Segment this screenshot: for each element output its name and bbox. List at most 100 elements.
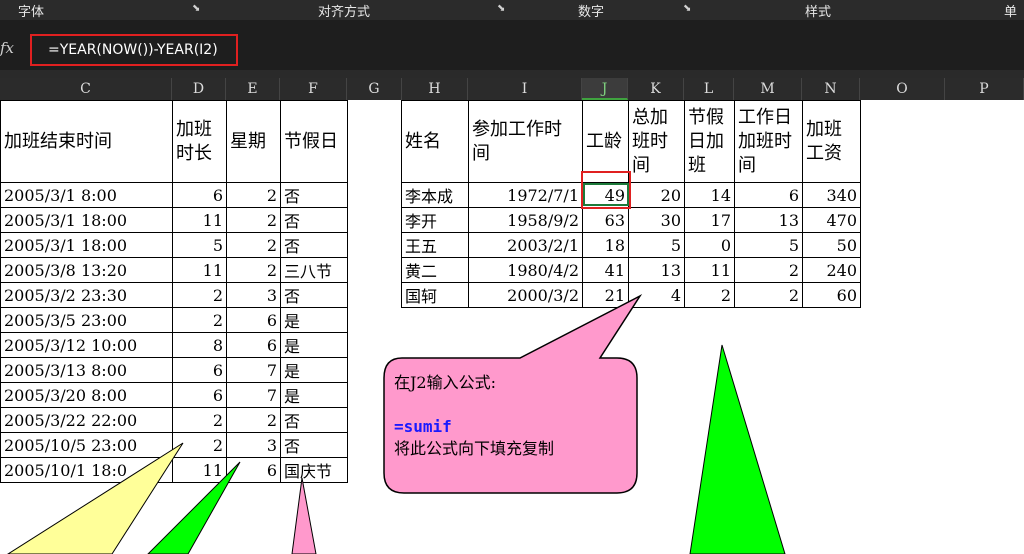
table-cell[interactable]: 2005/3/22 22:00 (0, 407, 173, 433)
table-cell[interactable]: 2 (226, 407, 281, 433)
column-header-h[interactable]: H (402, 78, 468, 100)
table-cell[interactable]: 是 (280, 332, 348, 358)
table-cell[interactable]: 18 (582, 232, 629, 258)
table-cell[interactable]: 7 (226, 357, 281, 383)
table-cell[interactable]: 7 (226, 382, 281, 408)
table-cell[interactable]: 5 (628, 232, 685, 258)
dialog-launcher-icon[interactable]: ⬊ (497, 4, 506, 14)
column-header-n[interactable]: N (802, 78, 860, 100)
header-cell[interactable]: 姓名 (401, 100, 469, 183)
table-cell[interactable]: 6 (172, 357, 227, 383)
table-cell[interactable]: 否 (280, 282, 348, 308)
table-cell[interactable]: 三八节 (280, 257, 348, 283)
table-cell[interactable]: 20 (628, 182, 685, 208)
table-cell[interactable]: 6 (172, 182, 227, 208)
table-cell[interactable]: 11 (172, 457, 227, 483)
table-cell[interactable]: 13 (628, 257, 685, 283)
table-cell[interactable]: 2005/3/12 10:00 (0, 332, 173, 358)
header-cell[interactable]: 加班结束时间 (0, 100, 173, 183)
table-cell[interactable]: 否 (280, 207, 348, 233)
dialog-launcher-icon[interactable]: ⬊ (683, 4, 692, 14)
formula-input[interactable]: =YEAR(NOW())-YEAR(I2) (30, 34, 238, 66)
header-cell[interactable]: 节假日 (280, 100, 348, 183)
table-cell[interactable]: 0 (684, 232, 735, 258)
table-cell[interactable]: 国轲 (401, 282, 469, 308)
table-cell[interactable]: 2005/10/5 23:00 (0, 432, 173, 458)
table-cell[interactable]: 2 (172, 407, 227, 433)
table-cell[interactable]: 2005/3/1 8:00 (0, 182, 173, 208)
table-cell[interactable]: 21 (582, 282, 629, 308)
ribbon-group-number[interactable]: 数字 (578, 1, 604, 20)
table-cell[interactable]: 是 (280, 382, 348, 408)
table-cell[interactable]: 2005/10/1 18:0 (0, 457, 173, 483)
table-cell[interactable]: 2005/3/8 13:20 (0, 257, 173, 283)
table-cell[interactable]: 2005/3/20 8:00 (0, 382, 173, 408)
table-cell[interactable]: 否 (280, 432, 348, 458)
column-header-c[interactable]: C (0, 78, 172, 100)
table-cell[interactable]: 2 (172, 432, 227, 458)
table-cell[interactable]: 2003/2/1 (468, 232, 583, 258)
table-cell[interactable]: 2000/3/2 (468, 282, 583, 308)
table-cell[interactable]: 2 (226, 257, 281, 283)
table-cell[interactable]: 6 (226, 457, 281, 483)
table-cell[interactable]: 李开 (401, 207, 469, 233)
header-cell[interactable]: 节假日加班 (684, 100, 735, 183)
table-cell[interactable]: 11 (684, 257, 735, 283)
table-cell[interactable]: 2 (734, 282, 803, 308)
header-cell[interactable]: 总加班时间 (628, 100, 685, 183)
header-cell[interactable]: 工作日加班时间 (734, 100, 803, 183)
header-cell[interactable]: 工龄 (582, 100, 629, 183)
column-header-m[interactable]: M (734, 78, 802, 100)
table-cell[interactable]: 8 (172, 332, 227, 358)
table-cell[interactable]: 6 (734, 182, 803, 208)
table-cell[interactable]: 是 (280, 357, 348, 383)
table-cell[interactable]: 李本成 (401, 182, 469, 208)
table-cell[interactable]: 2005/3/1 18:00 (0, 232, 173, 258)
column-header-p[interactable]: P (945, 78, 1024, 100)
table-cell[interactable]: 6 (226, 307, 281, 333)
table-cell[interactable]: 49 (582, 182, 629, 208)
table-cell[interactable]: 30 (628, 207, 685, 233)
table-cell[interactable]: 470 (802, 207, 861, 233)
header-cell[interactable]: 参加工作时间 (468, 100, 583, 183)
table-cell[interactable]: 11 (172, 207, 227, 233)
table-cell[interactable]: 3 (226, 432, 281, 458)
ribbon-group-alignment[interactable]: 对齐方式 (318, 1, 370, 20)
column-header-k[interactable]: K (628, 78, 684, 100)
table-cell[interactable]: 340 (802, 182, 861, 208)
table-cell[interactable]: 6 (226, 332, 281, 358)
table-cell[interactable]: 41 (582, 257, 629, 283)
table-cell[interactable]: 17 (684, 207, 735, 233)
table-cell[interactable]: 是 (280, 307, 348, 333)
table-cell[interactable]: 14 (684, 182, 735, 208)
column-header-l[interactable]: L (684, 78, 734, 100)
column-header-d[interactable]: D (172, 78, 226, 100)
column-header-o[interactable]: O (860, 78, 945, 100)
fx-icon[interactable]: fx (0, 39, 22, 61)
column-header-g[interactable]: G (347, 78, 402, 100)
header-cell[interactable]: 加班工资 (802, 100, 861, 183)
table-cell[interactable]: 2 (226, 182, 281, 208)
table-cell[interactable]: 3 (226, 282, 281, 308)
table-cell[interactable]: 2 (226, 232, 281, 258)
table-cell[interactable]: 63 (582, 207, 629, 233)
table-cell[interactable]: 2 (172, 307, 227, 333)
table-cell[interactable]: 240 (802, 257, 861, 283)
table-cell[interactable]: 1972/7/1 (468, 182, 583, 208)
table-cell[interactable]: 国庆节 (280, 457, 348, 483)
table-cell[interactable]: 5 (734, 232, 803, 258)
table-cell[interactable]: 1980/4/2 (468, 257, 583, 283)
column-header-f[interactable]: F (280, 78, 347, 100)
table-cell[interactable]: 2005/3/1 18:00 (0, 207, 173, 233)
dialog-launcher-icon[interactable]: ⬊ (192, 4, 201, 14)
table-cell[interactable]: 50 (802, 232, 861, 258)
column-header-j[interactable]: J (582, 78, 628, 100)
table-cell[interactable]: 13 (734, 207, 803, 233)
table-cell[interactable]: 王五 (401, 232, 469, 258)
table-cell[interactable]: 否 (280, 232, 348, 258)
table-cell[interactable]: 2 (226, 207, 281, 233)
header-cell[interactable]: 加班时长 (172, 100, 227, 183)
table-cell[interactable]: 2 (684, 282, 735, 308)
table-cell[interactable]: 2 (172, 282, 227, 308)
table-cell[interactable]: 2 (734, 257, 803, 283)
